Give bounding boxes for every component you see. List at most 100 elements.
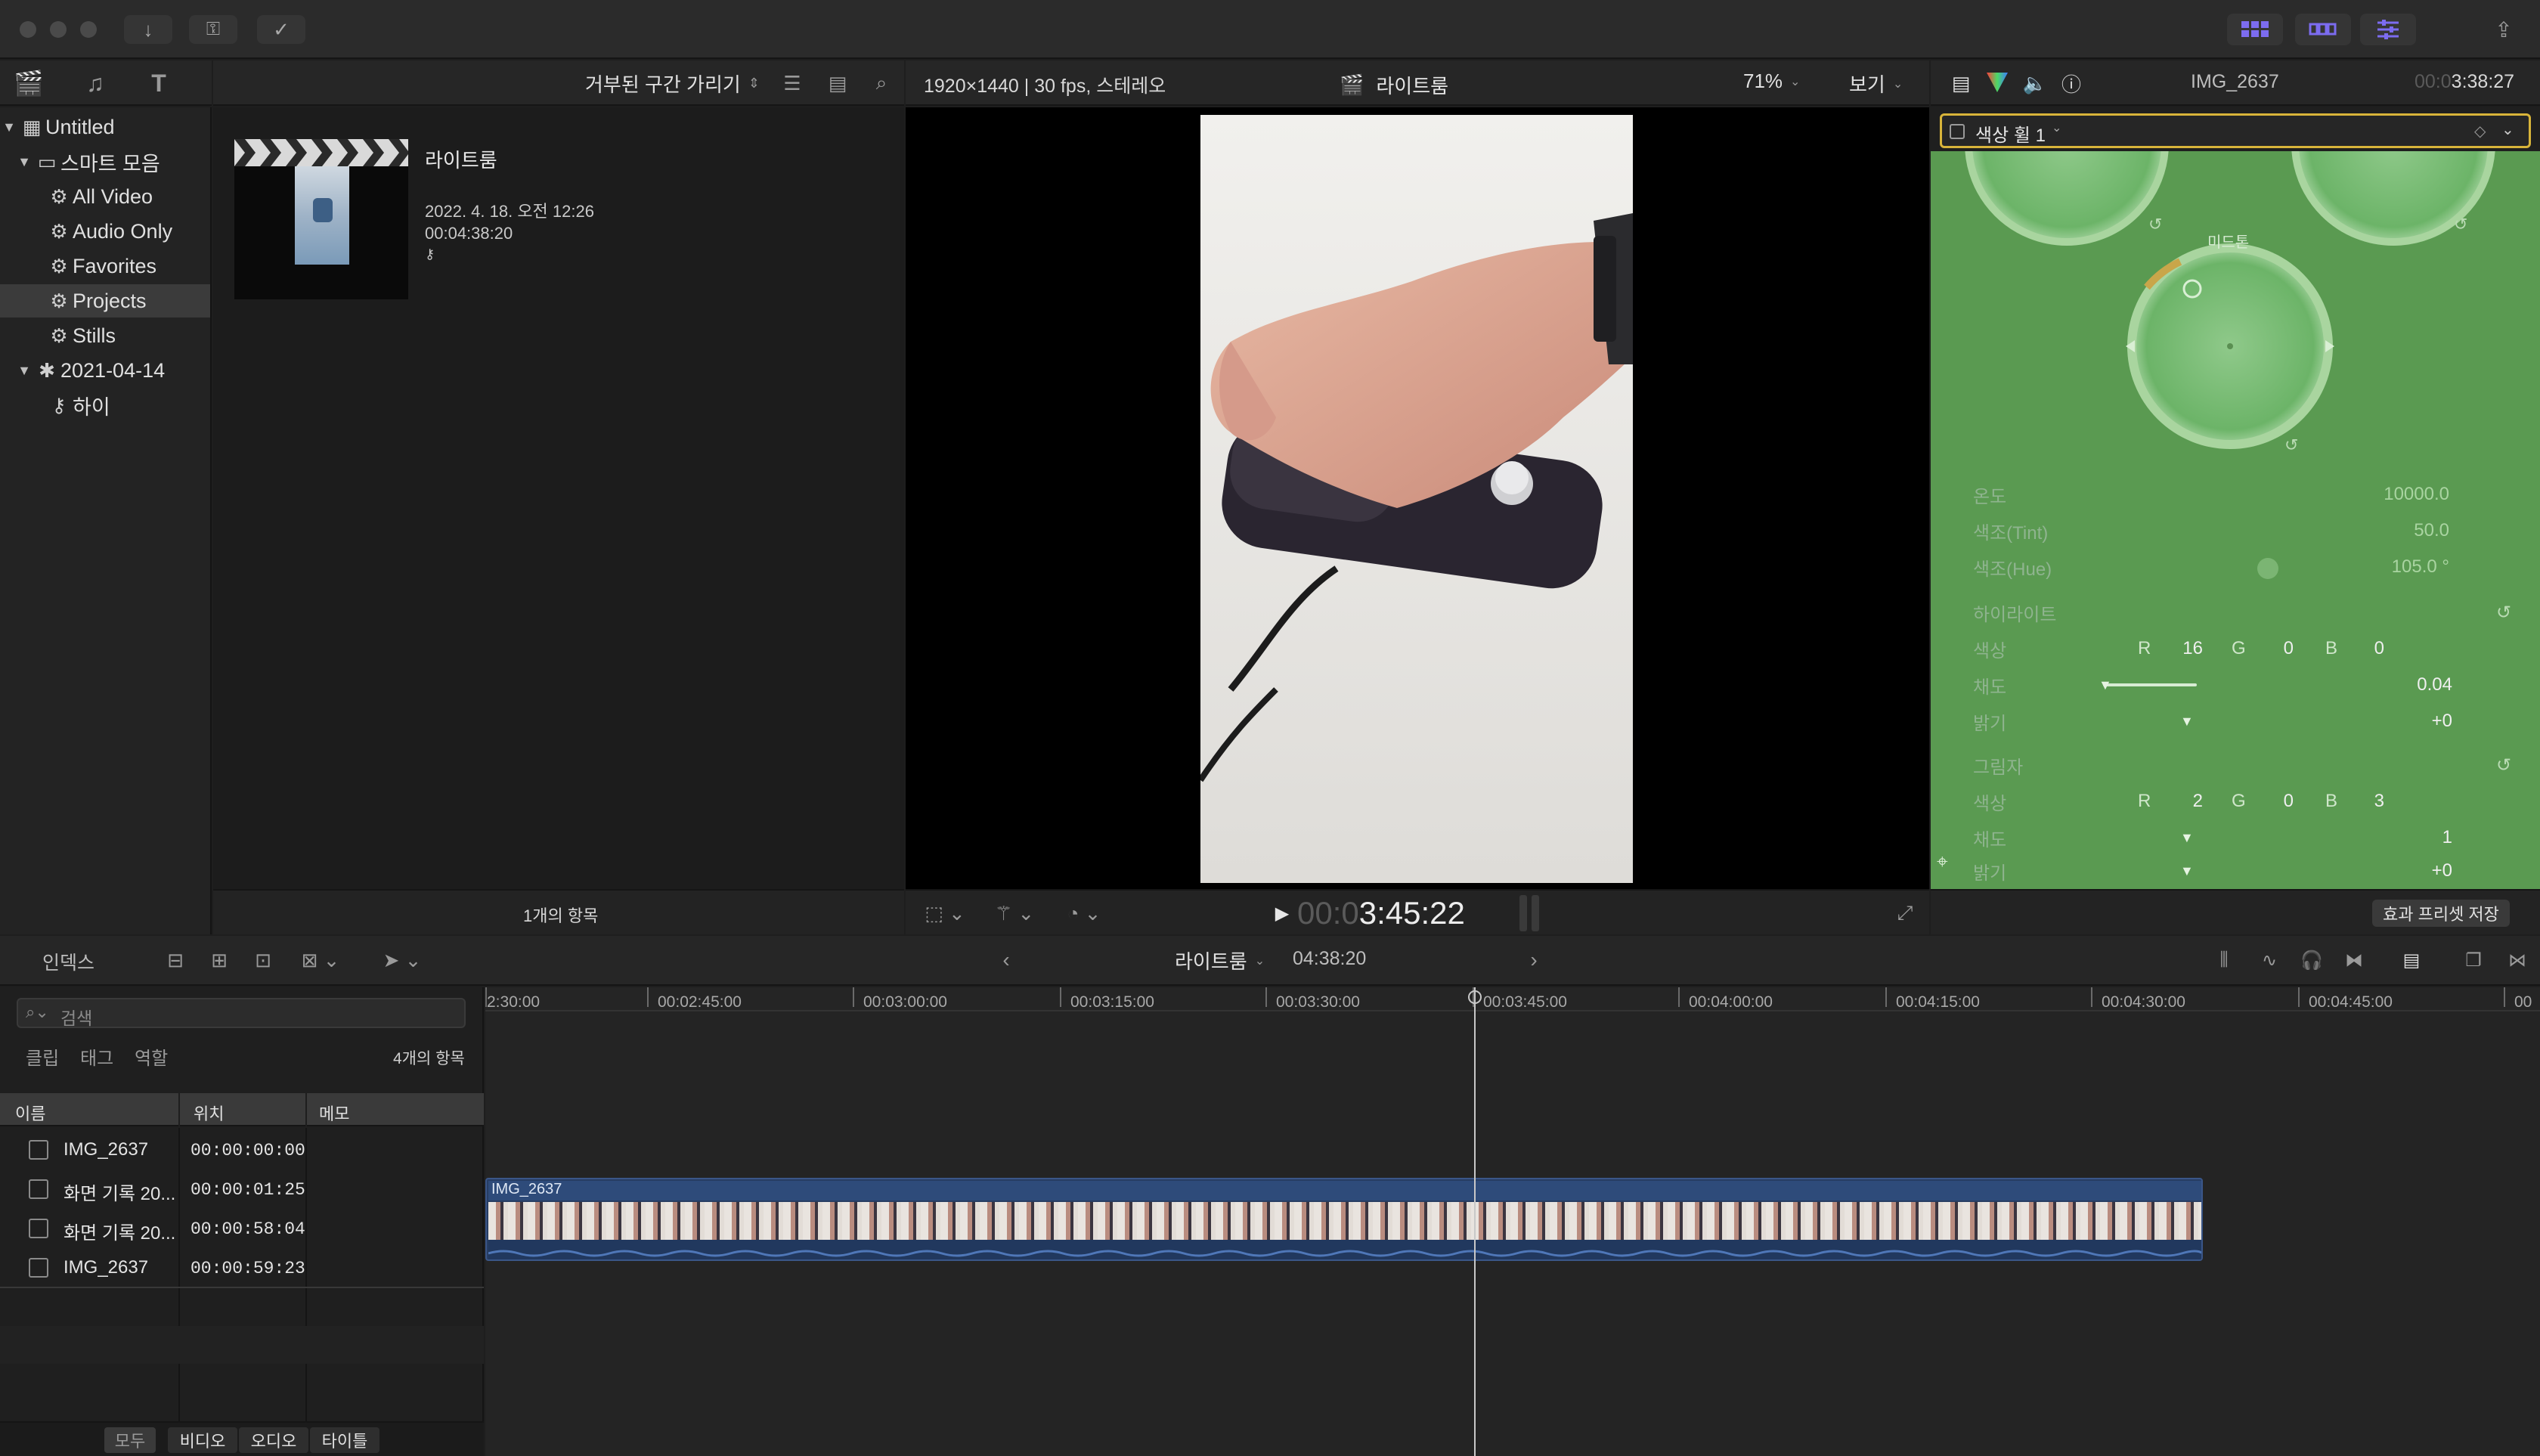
effect-enable-checkbox[interactable] bbox=[1950, 124, 1965, 139]
index-row[interactable]: IMG_2637 00:00:59:23 bbox=[0, 1247, 484, 1287]
timecode-display[interactable]: 00:0 3:45:22 bbox=[1297, 895, 1465, 931]
insert-clip-button[interactable]: ⊞ bbox=[203, 946, 236, 974]
color-inspector-tab[interactable] bbox=[1985, 71, 2009, 94]
shadows-brightness-row[interactable]: 밝기 ▼ +0 bbox=[1931, 856, 2540, 886]
filter-all-button[interactable]: 모두 bbox=[104, 1427, 156, 1453]
view-options-popup[interactable]: 보기 ⌄ bbox=[1849, 70, 1903, 98]
background-tasks-button[interactable]: ✓ bbox=[257, 15, 305, 44]
filter-titles-button[interactable]: 타이틀 bbox=[310, 1427, 379, 1453]
highlights-color-row[interactable]: 색상 R 16 G 0 B 0 bbox=[1931, 630, 2540, 667]
timeline[interactable]: 2:30:00 00:02:45:00 00:03:00:00 00:03:15… bbox=[485, 987, 2540, 1456]
slider-thumb-icon[interactable]: ▼ bbox=[2180, 714, 2194, 730]
timeline-ruler[interactable]: 2:30:00 00:02:45:00 00:03:00:00 00:03:15… bbox=[485, 987, 2540, 1011]
overwrite-clip-button[interactable]: ⊠ ⌄ bbox=[293, 946, 348, 974]
keywords-button[interactable]: ⚿ bbox=[189, 15, 237, 44]
smart-collection-stills[interactable]: ⚙ Stills bbox=[45, 319, 210, 352]
reset-icon[interactable]: ↺ bbox=[2496, 602, 2511, 624]
project-thumbnail[interactable] bbox=[234, 139, 408, 299]
filter-audio-button[interactable]: 오디오 bbox=[239, 1427, 308, 1453]
slider-thumb-icon[interactable]: ▼ bbox=[2180, 863, 2194, 879]
show-inspector-button[interactable] bbox=[2360, 14, 2416, 45]
transitions-browser-button[interactable]: ⋈ bbox=[2502, 946, 2532, 974]
index-row[interactable]: 화면 기록 20... 00:00:58:04 bbox=[0, 1208, 484, 1247]
index-row[interactable]: 화면 기록 20... 00:00:01:25 bbox=[0, 1169, 484, 1208]
index-tab-tags[interactable]: 태그 bbox=[80, 1043, 113, 1070]
effect-name[interactable]: 색상 휠 1 ⌄ bbox=[1975, 120, 2061, 147]
event-2021-04-14[interactable]: ▼ ✱ 2021-04-14 bbox=[15, 354, 210, 387]
solo-button[interactable]: 🎧 bbox=[2295, 946, 2328, 974]
smart-collection-all-video[interactable]: ⚙ All Video bbox=[45, 180, 210, 213]
shadows-color-row[interactable]: 색상 R 2 G 0 B 3 bbox=[1931, 783, 2540, 819]
timeline-history-forward[interactable]: › bbox=[1522, 946, 1545, 974]
video-viewer[interactable] bbox=[906, 107, 1929, 889]
clip-filter-popup[interactable]: 거부된 구간 가리기 ⇕ bbox=[585, 70, 760, 97]
photos-audio-button[interactable]: ♫ bbox=[79, 68, 112, 98]
tool-select-popup[interactable]: ➤ ⌄ bbox=[378, 946, 426, 974]
save-effects-preset-button[interactable]: 효과 프리셋 저장 bbox=[2372, 900, 2510, 927]
index-tab-roles[interactable]: 역할 bbox=[135, 1043, 168, 1070]
append-clip-button[interactable]: ⊡ bbox=[246, 946, 280, 974]
index-tab-clips[interactable]: 클립 bbox=[26, 1043, 59, 1070]
keyframe-diamond-icon[interactable]: ◇ bbox=[2474, 122, 2486, 141]
video-inspector-tab[interactable]: ▤ bbox=[1946, 70, 1976, 97]
crosshair-icon[interactable]: ⌖ bbox=[1937, 850, 1948, 874]
smart-collections-folder[interactable]: ▼ ▭ 스마트 모음 bbox=[15, 145, 225, 178]
index-row[interactable]: IMG_2637 00:00:00:00 bbox=[0, 1129, 484, 1169]
fullscreen-button[interactable]: ⤢ bbox=[1890, 898, 1920, 928]
import-button[interactable]: ↓ bbox=[124, 15, 172, 44]
playhead[interactable] bbox=[1474, 987, 1476, 1456]
transform-popup[interactable]: ⬚ ⌄ bbox=[921, 900, 969, 927]
smart-collection-favorites[interactable]: ⚙ Favorites bbox=[45, 249, 210, 283]
snapping-button[interactable]: ⧓ bbox=[2337, 946, 2371, 974]
shadows-section-header[interactable]: 그림자 ↺ bbox=[1931, 747, 2540, 783]
retime-popup[interactable]: ◔ ⌄ bbox=[1054, 900, 1114, 927]
smart-collection-projects[interactable]: ⚙ Projects bbox=[0, 284, 210, 318]
play-button[interactable]: ▶ bbox=[1267, 898, 1297, 928]
column-notes[interactable]: 메모 bbox=[319, 1101, 349, 1125]
timeline-project-name[interactable]: 라이트룸 ⌄ bbox=[1175, 946, 1265, 974]
clip-appearance-button[interactable]: ☰ bbox=[777, 70, 807, 97]
highlights-section-header[interactable]: 하이라이트 ↺ bbox=[1931, 594, 2540, 630]
playhead-handle-icon[interactable] bbox=[1468, 990, 1482, 1004]
zoom-popup[interactable]: 71% ⌄ bbox=[1743, 70, 1800, 93]
keyword-collection-hi[interactable]: ⚷ 하이 bbox=[45, 389, 210, 422]
hue-dial[interactable] bbox=[2257, 558, 2278, 579]
info-inspector-tab[interactable]: ⓘ bbox=[2056, 70, 2086, 97]
library-untitled[interactable]: ▼ ▦ Untitled bbox=[0, 110, 210, 144]
smart-collection-audio-only[interactable]: ⚙ Audio Only bbox=[45, 215, 210, 248]
show-browser-button[interactable] bbox=[2227, 14, 2283, 45]
titles-generators-button[interactable]: T bbox=[142, 68, 175, 98]
timeline-index-toggle[interactable]: ❐ bbox=[2457, 946, 2490, 974]
tint-row[interactable]: 색조(Tint) 50.0 bbox=[1931, 513, 2540, 549]
index-button[interactable]: 인덱스 bbox=[42, 948, 94, 975]
shadows-saturation-row[interactable]: 채도 ▼ 1 bbox=[1931, 819, 2540, 856]
highlights-brightness-row[interactable]: 밝기 ▼ +0 bbox=[1931, 703, 2540, 739]
audio-inspector-tab[interactable]: 🔈 bbox=[2020, 70, 2050, 97]
connect-clip-button[interactable]: ⊟ bbox=[159, 946, 192, 974]
audio-skimming-button[interactable]: ∿ bbox=[2253, 946, 2286, 974]
hue-row[interactable]: 색조(Hue) 105.0 ° bbox=[1931, 549, 2540, 585]
slider-thumb-icon[interactable]: ▼ bbox=[2099, 677, 2112, 693]
color-effect-selector[interactable]: 색상 휠 1 ⌄ ◇ ⌄ bbox=[1940, 113, 2531, 148]
column-position[interactable]: 위치 bbox=[194, 1101, 224, 1125]
filmstrip-view-button[interactable]: ▤ bbox=[822, 70, 853, 97]
timeline-history-back[interactable]: ‹ bbox=[995, 946, 1018, 974]
show-timeline-button[interactable] bbox=[2295, 14, 2351, 45]
enhance-popup[interactable]: ⚚ ⌄ bbox=[984, 900, 1045, 927]
saturation-slider[interactable] bbox=[2103, 683, 2197, 686]
highlights-saturation-row[interactable]: 채도 ▼ 0.04 bbox=[1931, 667, 2540, 703]
index-search-field[interactable]: ⌕⌄ 검색 bbox=[17, 998, 466, 1028]
reset-icon[interactable]: ↺ bbox=[2496, 754, 2511, 776]
timeline-clip[interactable]: IMG_2637 bbox=[485, 1178, 2203, 1261]
slider-thumb-icon[interactable]: ▼ bbox=[2180, 830, 2194, 846]
temperature-row[interactable]: 온도 10000.0 bbox=[1931, 476, 2540, 513]
clip-appearance-button[interactable]: ▤ bbox=[2395, 946, 2428, 974]
share-button[interactable]: ⇪ bbox=[2489, 15, 2519, 44]
filter-video-button[interactable]: 비디오 bbox=[168, 1427, 237, 1453]
libraries-button[interactable]: 🎬 bbox=[12, 68, 45, 98]
minimize-window-button[interactable] bbox=[50, 21, 67, 38]
search-button[interactable]: ⌕ bbox=[866, 70, 897, 97]
close-window-button[interactable] bbox=[20, 21, 36, 38]
chevron-down-icon[interactable]: ⌄ bbox=[2501, 120, 2514, 139]
video-skimming-button[interactable]: ⫼ bbox=[2207, 946, 2241, 974]
